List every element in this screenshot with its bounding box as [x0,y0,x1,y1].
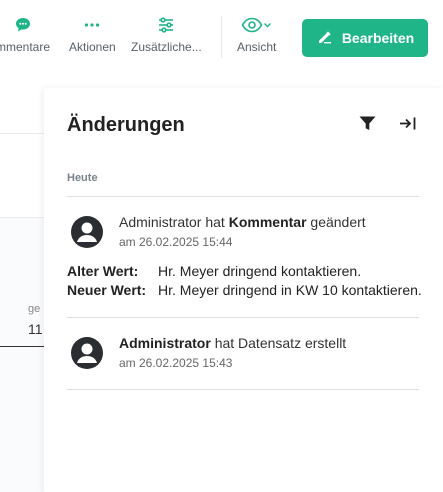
group-heading-today: Heute [67,172,98,184]
old-value-label: Alter Wert: [67,263,139,279]
comment-icon [14,14,32,36]
change-entry: Administrator hat Kommentar geändert am … [67,212,422,312]
toolbar-actions-button[interactable]: Aktionen [69,14,116,54]
new-value-row: Neuer Wert: Hr. Meyer dringend in KW 10 k… [67,282,422,298]
eye-icon [241,14,273,36]
old-value-text: Hr. Meyer dringend kontaktieren. [158,263,362,279]
bg-field-value: 11 [28,321,43,337]
new-value-label: Neuer Wert: [67,282,147,298]
entry-user: Administrator [119,214,202,230]
new-value-text: Hr. Meyer dringend in KW 10 kontaktieren… [158,282,422,298]
entry-user: Administrator [119,335,211,351]
filter-icon[interactable] [359,116,376,136]
toolbar-comments-label: mmentare [0,40,51,54]
sliders-icon [156,14,176,36]
toolbar-comments-button[interactable]: mmentare [0,14,50,54]
more-horizontal-icon [83,14,101,36]
panel-title: Änderungen [67,114,185,136]
entry-verb: hat [205,214,225,230]
toolbar-view-button[interactable]: Ansicht [237,14,276,54]
entry-action: hat Datensatz erstellt [214,335,347,351]
old-value-row: Alter Wert: Hr. Meyer dringend kontaktier… [67,263,361,279]
entry-summary: Administrator hat Kommentar geändert [119,214,366,230]
collapse-panel-icon[interactable] [399,116,417,136]
toolbar-additional-button[interactable]: Zusätzliche... [131,14,202,54]
top-toolbar: mmentare Aktionen Zusätzliche... Ansicht… [0,0,443,76]
toolbar-divider [221,16,222,58]
user-avatar-icon [71,337,103,369]
entry-action: geändert [310,214,366,230]
pencil-icon [316,28,334,49]
toolbar-actions-label: Aktionen [69,40,116,54]
change-entry: Administrator hat Datensatz erstellt am … [67,333,419,383]
edit-button[interactable]: Bearbeiten [302,19,428,57]
bg-tab-underline [0,346,44,347]
entry-summary: Administrator hat Datensatz erstellt [119,335,346,351]
divider [67,196,419,197]
entry-timestamp: am 26.02.2025 15:43 [119,356,233,370]
changes-panel: Änderungen Heute Administrator hat Komme… [44,88,443,492]
bg-field-label: ge [28,303,41,315]
toolbar-additional-label: Zusätzliche... [131,40,202,54]
toolbar-view-label: Ansicht [237,40,277,54]
divider [67,317,419,318]
divider [67,389,419,390]
user-avatar-icon [71,216,103,248]
edit-button-label: Bearbeiten [341,30,415,46]
entry-field: Kommentar [228,214,307,230]
app-root: ge 11 mmentare Aktionen Zusätzliche... A… [0,0,443,492]
entry-timestamp: am 26.02.2025 15:44 [119,235,233,249]
